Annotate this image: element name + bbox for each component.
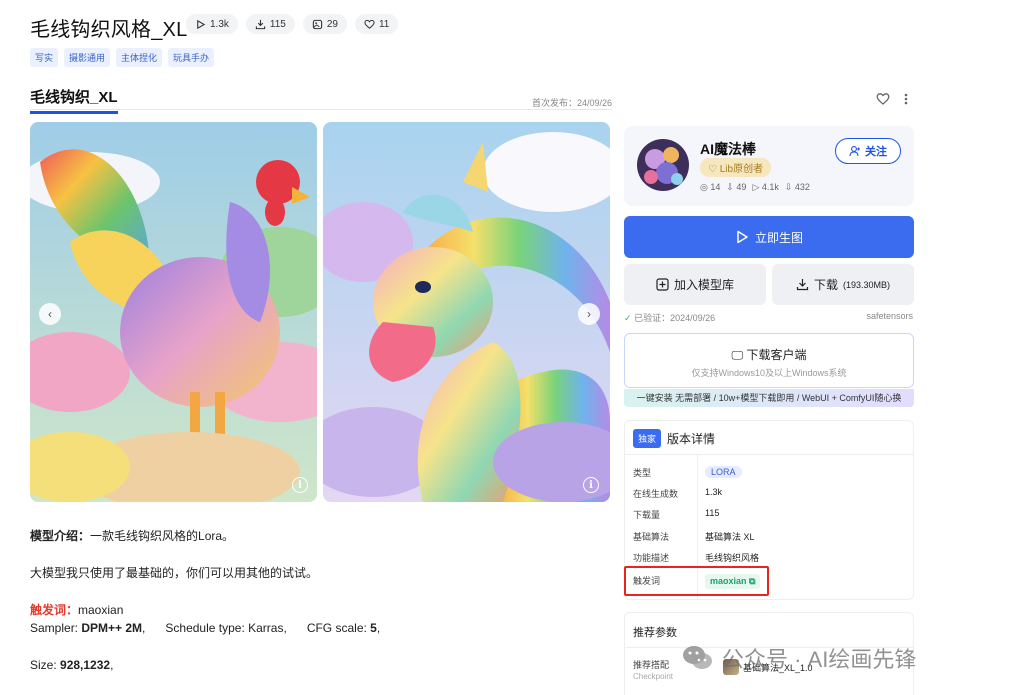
monitor-icon: 🖵: [731, 348, 744, 362]
check-icon: ✓: [624, 313, 632, 323]
version-tabbar: 毛线钩织_XL 首次发布：24/09/26: [30, 86, 612, 114]
wechat-icon: [683, 646, 712, 669]
gallery-next-button[interactable]: ›: [578, 303, 600, 325]
add-user-icon: [849, 146, 860, 157]
author-stat: ⇩ 49: [726, 182, 747, 192]
client-subtitle: 仅支持Windows10及以上Windows系统: [691, 368, 847, 378]
version-header: 独家 版本详情: [633, 429, 715, 448]
author-stat: ◎ 14: [700, 182, 721, 192]
gallery-image-dragon[interactable]: › i: [323, 122, 610, 502]
author-stats: ◎ 14 ⇩ 49 ▷ 4.1k ⇩ 432: [700, 182, 810, 193]
heart-icon: [364, 19, 375, 29]
play-icon: [737, 230, 748, 244]
dragon-image: [323, 122, 610, 502]
diamond-icon: ♡: [708, 164, 717, 175]
sampler-value: DPM++ 2M: [81, 621, 143, 635]
download-count: 115: [245, 14, 295, 34]
params-key: 推荐搭配: [633, 660, 670, 670]
add-to-library-button[interactable]: 加入模型库: [624, 264, 766, 305]
verified-date: ✓ 已验证：2024/09/26: [624, 313, 716, 323]
gallery-image-rooster[interactable]: ‹ i: [30, 122, 317, 502]
size-label: Size:: [30, 658, 61, 672]
rooster-image: [30, 122, 317, 502]
image-count: 29: [302, 14, 347, 34]
size-value: 928,1232: [60, 658, 111, 672]
tag-list: 写实 摄影通用 主体捏化 玩具手办: [30, 48, 215, 67]
tag[interactable]: 摄影通用: [64, 48, 111, 67]
intro-label: 模型介绍：: [30, 529, 91, 543]
download-client-button[interactable]: 🖵 下载客户端 仅支持Windows10及以上Windows系统: [624, 333, 914, 388]
publish-date: 首次发布：24/09/26: [531, 98, 612, 108]
avatar[interactable]: [637, 139, 689, 191]
watermark: 公众号 · AI绘画先锋: [680, 641, 916, 675]
type-badge: LORA: [705, 466, 742, 478]
run-count: 1.3k: [186, 14, 238, 34]
sampler-label: Sampler:: [30, 621, 82, 635]
page-title: 毛线钩织风格_XL: [30, 19, 188, 41]
trigger-label: 触发词：: [30, 603, 79, 617]
author-stat: ⇩ 432: [784, 182, 810, 192]
favorite-heart-icon[interactable]: [876, 92, 890, 106]
creator-badge: ♡ Lib原创者: [700, 158, 772, 177]
usage-note: 大模型我只使用了最基础的，你们可以用其他的试试。: [30, 566, 319, 580]
author-card: AI魔法棒 ♡ Lib原创者 ◎ 14 ⇩ 49 ▷ 4.1k ⇩ 432 关注: [624, 126, 914, 206]
tag[interactable]: 写实: [30, 48, 59, 67]
like-count[interactable]: 11: [354, 14, 399, 34]
author-name[interactable]: AI魔法棒: [700, 139, 756, 159]
client-banner: 一键安装 无需部署 / 10w+模型下载即用 / WebUI + ComfyUI…: [624, 389, 914, 407]
intro-text: 一款毛线钩织风格的Lora。: [90, 529, 235, 543]
top-actions: [876, 92, 908, 106]
version-title: 版本详情: [667, 432, 716, 446]
model-stats: 1.3k 115 29 11: [186, 14, 399, 34]
params-key-sub: Checkpoint: [633, 672, 674, 681]
info-icon[interactable]: i: [583, 477, 599, 493]
cfg-label: CFG scale:: [306, 621, 371, 635]
download-icon: [796, 279, 809, 291]
generate-button[interactable]: 立即生图: [624, 216, 914, 258]
params-title: 推荐参数: [633, 627, 677, 639]
download-icon: [255, 19, 266, 29]
client-title: 🖵 下载客户端: [731, 348, 807, 362]
author-stat: ▷ 4.1k: [752, 182, 779, 192]
avatar-image: [637, 139, 689, 191]
play-icon: [197, 19, 206, 29]
follow-button[interactable]: 关注: [835, 138, 901, 164]
schedule-type: Schedule type: Karras,: [165, 621, 287, 635]
more-icon[interactable]: [904, 93, 908, 105]
plus-square-icon: [656, 278, 669, 291]
download-button[interactable]: 下载 (193.30MB): [772, 264, 914, 305]
exclusive-badge: 独家: [633, 429, 662, 448]
trigger-text: maoxian: [78, 603, 124, 617]
tag[interactable]: 玩具手办: [168, 48, 215, 67]
file-format: safetensors: [866, 311, 913, 321]
tab-version-active[interactable]: 毛线钩织_XL: [30, 86, 118, 114]
info-icon[interactable]: i: [292, 477, 308, 493]
image-icon: [312, 19, 323, 29]
highlight-box: [624, 566, 769, 596]
cfg-value: 5: [370, 621, 377, 635]
tag[interactable]: 主体捏化: [116, 48, 163, 67]
gallery-prev-button[interactable]: ‹: [39, 303, 61, 325]
